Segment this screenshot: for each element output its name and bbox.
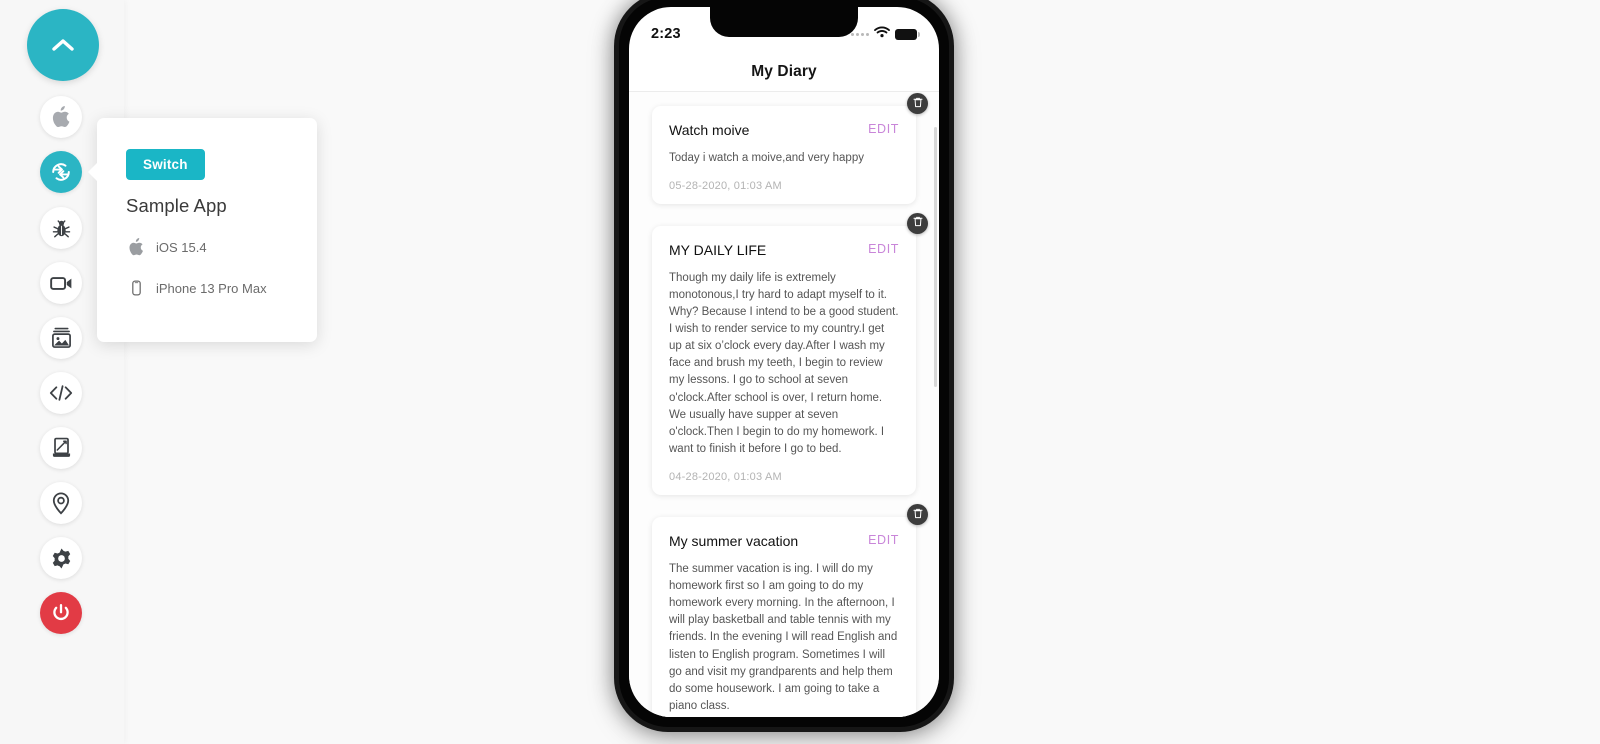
scrollbar[interactable]: [934, 127, 937, 387]
apple-icon: [126, 238, 146, 256]
phone-screen[interactable]: 2:23 My Diary Watch moive EDIT Today i wat…: [629, 7, 939, 717]
entry-title: Watch moive: [669, 122, 750, 138]
device-mockup: 2:23 My Diary Watch moive EDIT Today i wat…: [602, 0, 966, 744]
gear-icon: [50, 547, 73, 570]
code-icon: [49, 385, 73, 401]
power-icon: [51, 603, 71, 623]
diary-entry-card[interactable]: MY DAILY LIFE EDIT Though my daily life is…: [652, 212, 928, 496]
delete-entry-button[interactable]: [907, 504, 928, 526]
chevron-up-icon: [52, 38, 74, 52]
page-title: My Diary: [751, 63, 817, 80]
sidebar-item-debug[interactable]: [40, 207, 82, 249]
sidebar-item-platform-apple[interactable]: [40, 96, 82, 138]
entry-title: MY DAILY LIFE: [669, 241, 767, 258]
trash-icon: [912, 95, 923, 113]
entry-timestamp: 04-28-2020, 01:03 AM: [669, 471, 782, 484]
sidebar-item-record-video[interactable]: [40, 262, 82, 304]
trash-icon: [912, 214, 923, 232]
delete-entry-button[interactable]: [907, 212, 928, 234]
sidebar-item-switch-app[interactable]: [40, 151, 82, 193]
sidebar-item-inspect-code[interactable]: [40, 372, 82, 414]
os-label: iOS 15.4: [156, 239, 207, 255]
document-scan-icon: [51, 437, 72, 459]
os-info-row: iOS 15.4: [126, 238, 207, 256]
image-icon: [51, 327, 72, 349]
edit-entry-button[interactable]: EDIT: [868, 533, 899, 547]
entry-timestamp: 05-28-2020, 01:03 AM: [669, 179, 782, 192]
entry-title: My summer vacation: [669, 533, 799, 550]
trash-icon: [912, 506, 923, 524]
sidebar-item-location[interactable]: [40, 482, 82, 524]
switch-app-icon: [49, 160, 73, 184]
notch: [710, 7, 858, 37]
entry-header: My summer vacation EDIT: [669, 533, 899, 550]
edit-entry-button[interactable]: EDIT: [868, 242, 899, 256]
diary-entry-card[interactable]: My summer vacation EDIT The summer vacatio…: [652, 504, 928, 717]
app-name-label: Sample App: [126, 195, 227, 216]
phone-frame: 2:23 My Diary Watch moive EDIT Today i wat…: [614, 0, 954, 732]
navigation-bar: My Diary: [629, 53, 939, 92]
switch-button[interactable]: Switch: [126, 149, 205, 180]
device-info-row: iPhone 13 Pro Max: [126, 280, 267, 296]
video-camera-icon: [49, 275, 73, 292]
collapse-toolbar-button[interactable]: [27, 9, 99, 81]
status-indicators: [851, 25, 920, 43]
app-info-popover: Switch Sample App iOS 15.4 iPhone 13 Pro…: [88, 118, 317, 342]
delete-entry-button[interactable]: [907, 93, 928, 114]
sidebar-item-settings[interactable]: [40, 537, 82, 579]
diary-entry-card[interactable]: Watch moive EDIT Today i watch a moive,and…: [652, 93, 928, 204]
battery-icon: [895, 28, 920, 40]
device-label: iPhone 13 Pro Max: [156, 280, 267, 296]
entry-body: Though my daily life is extremely monoto…: [669, 271, 899, 455]
diary-entry-list[interactable]: Watch moive EDIT Today i watch a moive,and…: [629, 92, 939, 717]
phone-icon: [126, 280, 146, 296]
entry-body: Today i watch a moive,and very happy: [669, 151, 864, 164]
status-time: 2:23: [651, 26, 681, 42]
wifi-icon: [874, 25, 890, 43]
sidebar-item-device-logs[interactable]: [40, 427, 82, 469]
sidebar-item-power[interactable]: [40, 592, 82, 634]
entry-body: The summer vacation is ing. I will do my…: [669, 562, 898, 712]
cellular-dots-icon: [851, 32, 869, 36]
entry-header: Watch moive EDIT: [669, 122, 899, 139]
location-pin-icon: [51, 491, 71, 515]
phone-bezel: 2:23 My Diary Watch moive EDIT Today i wat…: [619, 0, 949, 727]
apple-icon: [52, 106, 71, 128]
sidebar-item-screenshot[interactable]: [40, 317, 82, 359]
entry-header: MY DAILY LIFE EDIT: [669, 242, 899, 259]
bug-icon: [51, 218, 72, 239]
edit-entry-button[interactable]: EDIT: [868, 122, 899, 136]
left-toolbar: [0, 0, 124, 744]
